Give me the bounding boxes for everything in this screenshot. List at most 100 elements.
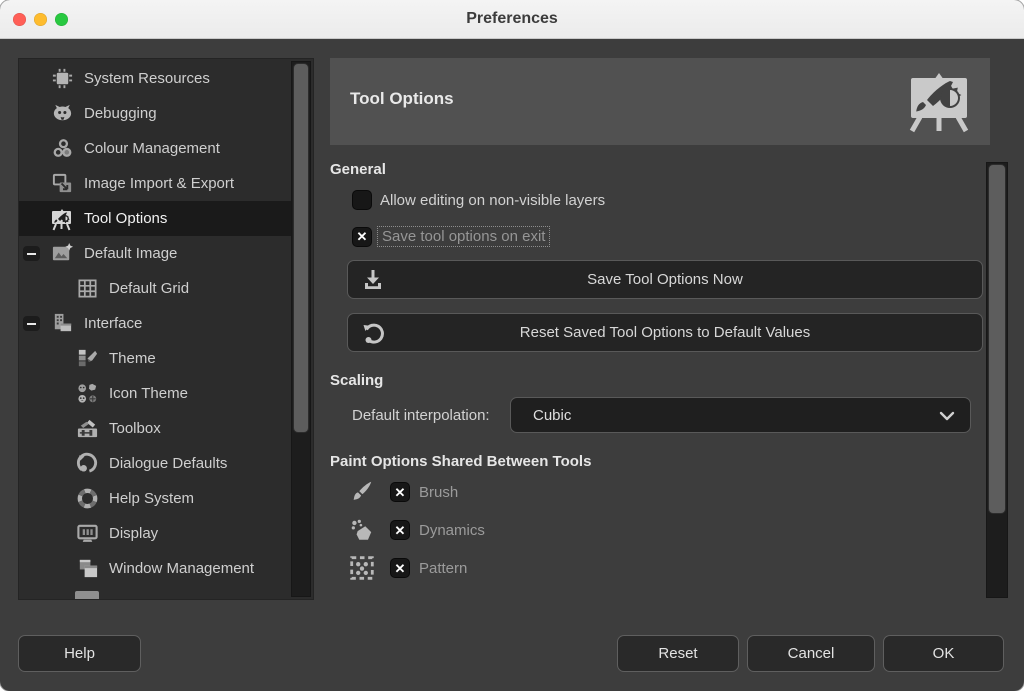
interpolation-value: Cubic (533, 407, 571, 424)
allow-editing-checkbox[interactable] (352, 190, 372, 210)
panel-header: Tool Options (330, 58, 990, 145)
pattern-label[interactable]: Pattern (419, 560, 467, 577)
save-icon (361, 268, 385, 292)
minimize-button[interactable] (34, 13, 47, 26)
interpolation-dropdown[interactable]: Cubic (510, 397, 971, 433)
check-x-icon: ✕ (395, 524, 406, 537)
sidebar-item-default-image[interactable]: Default Image (19, 236, 291, 271)
close-button[interactable] (13, 13, 26, 26)
chevron-down-icon (938, 407, 956, 425)
sidebar-scrollbar-thumb[interactable] (293, 63, 309, 433)
default-image-icon (49, 241, 75, 267)
sidebar-item-colour-management[interactable]: Colour Management (19, 131, 291, 166)
sidebar-item-label: Theme (109, 350, 156, 367)
section-heading-paint-options: Paint Options Shared Between Tools (330, 453, 983, 470)
section-heading-scaling: Scaling (330, 372, 983, 389)
sidebar-item-toolbox[interactable]: Toolbox (19, 411, 291, 446)
tool-options-easel-icon (904, 71, 974, 133)
traffic-lights (13, 13, 68, 26)
footer-action-buttons: Reset Cancel OK (617, 635, 1004, 672)
paint-option-brush-row: ✕ Brush (348, 476, 983, 508)
panel-content: General Allow editing on non-visible lay… (330, 145, 983, 600)
window-management-icon (74, 556, 100, 582)
preferences-window: Preferences System Resources Debugging (0, 0, 1024, 691)
reset-saved-tool-options-button[interactable]: Reset Saved Tool Options to Default Valu… (347, 313, 983, 352)
icon-theme-icon (74, 381, 100, 407)
sidebar-item-tool-options[interactable]: Tool Options (19, 201, 291, 236)
sidebar-item-label: Dialogue Defaults (109, 455, 227, 472)
sidebar-list: System Resources Debugging Colour Manage… (18, 58, 314, 600)
sidebar-item-label: Interface (84, 315, 142, 332)
sidebar-item-label: Default Image (84, 245, 177, 262)
help-button[interactable]: Help (18, 635, 141, 672)
interpolation-label: Default interpolation: (352, 407, 510, 424)
save-tool-options-now-button[interactable]: Save Tool Options Now (347, 260, 983, 299)
pattern-icon (348, 554, 376, 582)
sidebar-rows: System Resources Debugging Colour Manage… (19, 61, 291, 586)
brush-checkbox[interactable]: ✕ (390, 482, 410, 502)
titlebar: Preferences (0, 0, 1024, 39)
interpolation-row: Default interpolation: Cubic (352, 397, 983, 433)
window-title: Preferences (0, 0, 1024, 38)
sidebar-item-label: Window Management (109, 560, 254, 577)
paint-option-pattern-row: ✕ Pattern (348, 552, 983, 584)
sidebar-item-label: Image Import & Export (84, 175, 234, 192)
ok-button[interactable]: OK (883, 635, 1004, 672)
check-x-icon: ✕ (395, 486, 406, 499)
cancel-button[interactable]: Cancel (747, 635, 875, 672)
content-scrollbar[interactable] (986, 162, 1008, 598)
import-export-icon (49, 171, 75, 197)
sidebar-item-label: Default Grid (109, 280, 189, 297)
sidebar-item-label: Display (109, 525, 158, 542)
section-heading-general: General (330, 161, 983, 178)
sidebar-item-theme[interactable]: Theme (19, 341, 291, 376)
help-system-icon (74, 486, 100, 512)
dynamics-icon (348, 516, 376, 544)
partially-visible-item-icon (75, 591, 99, 600)
theme-icon (74, 346, 100, 372)
save-on-exit-checkbox[interactable]: ✕ (352, 227, 372, 247)
allow-editing-label[interactable]: Allow editing on non-visible layers (380, 192, 605, 209)
sidebar-scrollbar[interactable] (291, 61, 311, 597)
sidebar-item-window-management[interactable]: Window Management (19, 551, 291, 586)
chip-icon (49, 66, 75, 92)
reset-button[interactable]: Reset (617, 635, 739, 672)
sidebar-item-dialogue-defaults[interactable]: Dialogue Defaults (19, 446, 291, 481)
check-x-icon: ✕ (395, 562, 406, 575)
zoom-button[interactable] (55, 13, 68, 26)
save-on-exit-row: ✕ Save tool options on exit (352, 226, 983, 247)
sidebar-item-help-system[interactable]: Help System (19, 481, 291, 516)
collapse-minus-icon[interactable] (23, 246, 40, 261)
sidebar-item-label: Icon Theme (109, 385, 188, 402)
sidebar-item-display[interactable]: Display (19, 516, 291, 551)
dynamics-label[interactable]: Dynamics (419, 522, 485, 539)
paint-option-dynamics-row: ✕ Dynamics (348, 514, 983, 546)
interface-icon (49, 311, 75, 337)
sidebar-item-interface[interactable]: Interface (19, 306, 291, 341)
sidebar-item-label: Tool Options (84, 210, 167, 227)
toolbox-icon (74, 416, 100, 442)
collapse-minus-icon[interactable] (23, 316, 40, 331)
color-circles-icon (49, 136, 75, 162)
sidebar-item-icon-theme[interactable]: Icon Theme (19, 376, 291, 411)
dialogue-defaults-icon (74, 451, 100, 477)
tool-options-icon (49, 206, 75, 232)
sidebar-item-debugging[interactable]: Debugging (19, 96, 291, 131)
pattern-checkbox[interactable]: ✕ (390, 558, 410, 578)
allow-editing-row: Allow editing on non-visible layers (352, 190, 983, 210)
sidebar-item-image-import-export[interactable]: Image Import & Export (19, 166, 291, 201)
content-scrollbar-thumb[interactable] (988, 164, 1006, 514)
sidebar-item-label: Help System (109, 490, 194, 507)
grid-icon (74, 276, 100, 302)
brush-icon (348, 478, 376, 506)
dialog-footer: Help Reset Cancel OK (0, 600, 1024, 691)
panel-title: Tool Options (350, 89, 454, 109)
dynamics-checkbox[interactable]: ✕ (390, 520, 410, 540)
check-x-icon: ✕ (357, 230, 368, 243)
brush-label[interactable]: Brush (419, 484, 458, 501)
display-icon (74, 521, 100, 547)
save-on-exit-label[interactable]: Save tool options on exit (377, 226, 550, 247)
sidebar-item-label: Toolbox (109, 420, 161, 437)
sidebar-item-system-resources[interactable]: System Resources (19, 61, 291, 96)
sidebar-item-default-grid[interactable]: Default Grid (19, 271, 291, 306)
